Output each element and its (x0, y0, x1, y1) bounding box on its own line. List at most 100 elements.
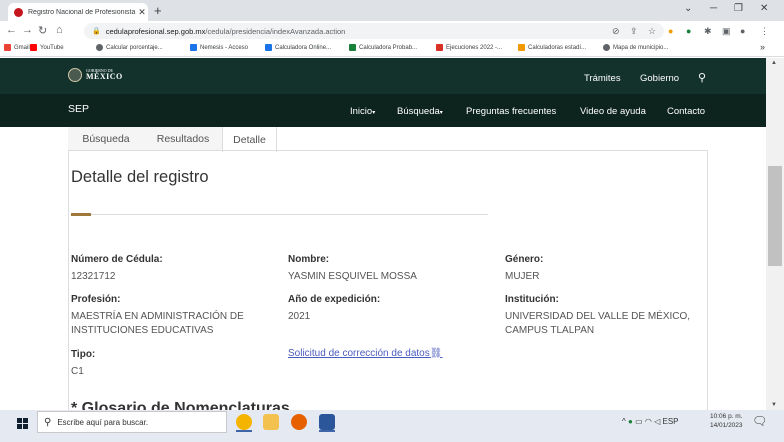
share-icon[interactable]: ⇪ (630, 26, 638, 37)
minimize-button[interactable]: ─ (710, 3, 717, 14)
extension-orange-icon[interactable]: ● (668, 26, 673, 36)
browser-tab[interactable]: Registro Nacional de Profesionista ✕ (8, 3, 148, 21)
calculator-green-icon (349, 44, 356, 51)
language-indicator[interactable]: ESP (662, 417, 678, 426)
search-icon[interactable]: ⚲ (698, 71, 706, 84)
active-app-indicator (236, 430, 252, 432)
nav-busqueda[interactable]: Búsqueda▾ (397, 106, 443, 117)
home-icon[interactable]: ⌂ (56, 24, 63, 36)
tab-busqueda[interactable]: Búsqueda (68, 127, 144, 151)
genero-value: MUJER (505, 271, 540, 282)
volume-icon[interactable]: ◁ (654, 417, 660, 426)
lock-icon: 🔒 (92, 28, 101, 35)
tramites-link[interactable]: Trámites (584, 73, 621, 84)
institucion-label: Institución: (505, 294, 559, 305)
gobierno-mexico-logo[interactable]: GOBIERNO DE MÉXICO (68, 68, 123, 82)
taskbar-clock[interactable]: 10:06 p. m. 14/01/2023 (710, 412, 743, 430)
correccion-link[interactable]: Solicitud de corrección de datos⛓ (288, 348, 442, 359)
close-window-button[interactable]: ✕ (760, 3, 768, 14)
tray-app-icon[interactable]: ● (628, 417, 633, 426)
extensions-puzzle-icon[interactable]: ✱ (704, 26, 712, 37)
firefox-icon[interactable] (291, 414, 307, 430)
site-favicon-icon (14, 7, 23, 17)
sep-brand[interactable]: SEP (68, 103, 89, 115)
tipo-value: C1 (71, 366, 84, 377)
globe-icon (603, 44, 610, 51)
nav-inicio-label: Inicio (350, 106, 373, 117)
tab-close-icon[interactable]: ✕ (136, 7, 148, 18)
reload-icon[interactable]: ↻ (38, 24, 47, 37)
bookmark-label: Calculadora Online... (275, 44, 332, 51)
bookmark-ejecuciones[interactable]: Ejecuciones 2022 -... (436, 44, 502, 51)
cedula-label: Número de Cédula: (71, 254, 163, 265)
institucion-value-line2: CAMPUS TLALPAN (505, 325, 595, 336)
tab-detalle[interactable]: Detalle (222, 127, 277, 152)
nav-preguntas[interactable]: Preguntas frecuentes (466, 106, 556, 117)
nav-contacto[interactable]: Contacto (667, 106, 705, 117)
profesion-value-line2: INSTITUCIONES EDUCATIVAS (71, 325, 214, 336)
bookmark-label: Mapa de municipio... (613, 44, 669, 51)
scrollbar-thumb[interactable] (768, 166, 782, 266)
genero-label: Género: (505, 254, 544, 265)
system-tray[interactable]: ^ ● ▭ ◠ ◁ ESP (622, 417, 679, 426)
url-host: cedulaprofesional.sep.gob.mx (105, 26, 206, 36)
nav-video[interactable]: Video de ayuda (580, 106, 646, 117)
tab-resultados[interactable]: Resultados (144, 127, 222, 151)
bookmark-gmail[interactable]: Gmail (4, 44, 30, 51)
bookmark-youtube[interactable]: YouTube (30, 44, 64, 51)
maximize-button[interactable]: ❐ (734, 3, 743, 14)
bookmark-label: YouTube (40, 44, 64, 51)
bookmark-mapa-municipio[interactable]: Mapa de municipio... (603, 44, 668, 51)
notification-icon[interactable]: 🗨 (752, 414, 767, 428)
bookmark-label: Nemesis - Acceso (200, 44, 249, 51)
clock-time: 10:06 p. m. (710, 413, 743, 420)
word-icon[interactable] (319, 414, 335, 430)
ejecuciones-icon (436, 44, 443, 51)
link-chain-icon: ⛓ (429, 348, 443, 359)
bookmark-calculadoras-estadisticas[interactable]: Calculadoras estadí... (518, 44, 586, 51)
bookmarks-bar: Gmail YouTube Calcular porcentaje... Nem… (0, 41, 784, 57)
url-path: /cedula/presidencia/indexAvanzada.action (205, 26, 346, 36)
bookmark-label: Gmail (14, 44, 30, 51)
taskbar-search-placeholder: Escribe aquí para buscar. (57, 417, 149, 427)
menu-kebab-icon[interactable]: ⋮ (760, 26, 769, 37)
bookmark-calculadora-online[interactable]: Calculadora Online... (265, 44, 331, 51)
institucion-value-line1: UNIVERSIDAD DEL VALLE DE MÉXICO, (505, 311, 691, 322)
tab-search-chevron-icon[interactable]: ⌄ (684, 3, 692, 14)
bookmark-nemesis[interactable]: Nemesis - Acceso (190, 44, 248, 51)
battery-icon[interactable]: ▭ (635, 417, 643, 426)
nombre-value: YASMIN ESQUIVEL MOSSA (288, 271, 417, 282)
new-tab-button[interactable]: + (154, 3, 162, 18)
profile-avatar-icon[interactable]: ● (740, 26, 745, 36)
address-bar[interactable]: 🔒 cedulaprofesional.sep.gob.mx/cedula/pr… (84, 23, 664, 39)
anio-label: Año de expedición: (288, 294, 381, 305)
chrome-taskbar-icon[interactable] (236, 414, 252, 430)
scroll-up-icon[interactable]: ▲ (771, 60, 777, 66)
tray-chevron-icon[interactable]: ^ (622, 417, 626, 426)
forward-icon[interactable]: → (22, 24, 33, 36)
page-title: Detalle del registro (71, 168, 209, 186)
windows-start-icon[interactable] (17, 418, 28, 429)
file-explorer-icon[interactable] (263, 414, 279, 430)
nav-inicio[interactable]: Inicio▾ (350, 106, 375, 117)
tipo-label: Tipo: (71, 349, 96, 360)
profesion-label: Profesión: (71, 294, 121, 305)
camera-off-icon[interactable]: ⊘ (612, 26, 620, 37)
nemesis-icon (190, 44, 197, 51)
profesion-value-line1: MAESTRÍA EN ADMINISTRACIÓN DE (71, 311, 244, 322)
bookmark-calculadora-probab[interactable]: Calculadora Probab... (349, 44, 417, 51)
wifi-icon[interactable]: ◠ (645, 417, 652, 426)
sidebar-icon[interactable]: ▣ (722, 26, 731, 37)
scroll-down-icon[interactable]: ▼ (771, 402, 777, 408)
bookmark-star-icon[interactable]: ☆ (648, 26, 656, 37)
bookmarks-more-icon[interactable]: » (760, 42, 765, 52)
taskbar-search-input[interactable]: ⚲ Escribe aquí para buscar. (37, 411, 227, 433)
bookmark-calcular-porcentaje[interactable]: Calcular porcentaje... (96, 44, 163, 51)
extension-check-icon[interactable]: ● (686, 26, 691, 36)
back-icon[interactable]: ← (6, 24, 17, 36)
gobierno-link[interactable]: Gobierno (640, 73, 679, 84)
bookmark-label: Calcular porcentaje... (106, 44, 163, 51)
calculator-icon (265, 44, 272, 51)
youtube-icon (30, 44, 37, 51)
search-icon: ⚲ (44, 416, 52, 428)
